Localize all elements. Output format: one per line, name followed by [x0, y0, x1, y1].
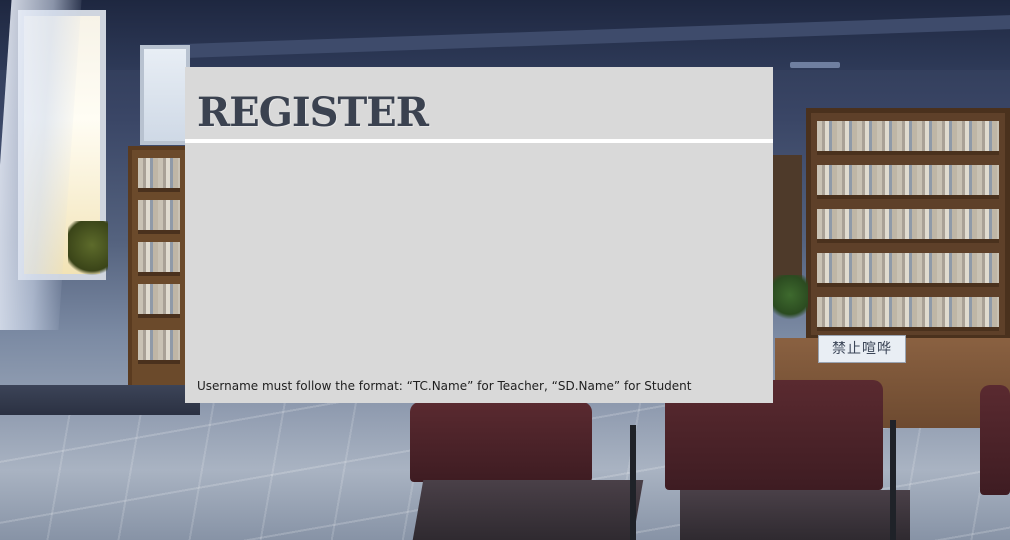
book-row [817, 121, 999, 155]
back-window [140, 45, 190, 145]
book-row [817, 297, 999, 331]
book-row [138, 200, 180, 234]
bookshelf-left [128, 146, 190, 400]
chair-back [980, 385, 1010, 495]
potted-plant [772, 275, 808, 325]
book-row [138, 330, 180, 364]
book-row [817, 165, 999, 199]
chair-leg [630, 425, 636, 540]
bookshelf-middle [772, 155, 802, 285]
book-row [138, 242, 180, 276]
tree-outside [68, 221, 108, 281]
chair-back [410, 402, 592, 482]
book-row [817, 253, 999, 287]
chair-seat [412, 480, 644, 540]
username-format-note: Username must follow the format: “TC.Nam… [197, 379, 692, 393]
book-row [138, 284, 180, 318]
chair-seat [680, 490, 910, 540]
floor-edge [0, 385, 200, 415]
desk-sign: 禁止喧哗 [818, 335, 906, 363]
register-form-area [185, 147, 773, 403]
ceiling-light [790, 62, 840, 68]
register-panel: REGISTER Username must follow the format… [185, 67, 773, 403]
page-title: REGISTER [197, 89, 429, 136]
book-row [817, 209, 999, 243]
register-header: REGISTER [185, 67, 773, 143]
bookshelf-right [806, 108, 1010, 340]
chair-leg [890, 420, 896, 540]
book-row [138, 158, 180, 192]
page-background: 禁止喧哗 REGISTER Username must follow the f… [0, 0, 1010, 540]
